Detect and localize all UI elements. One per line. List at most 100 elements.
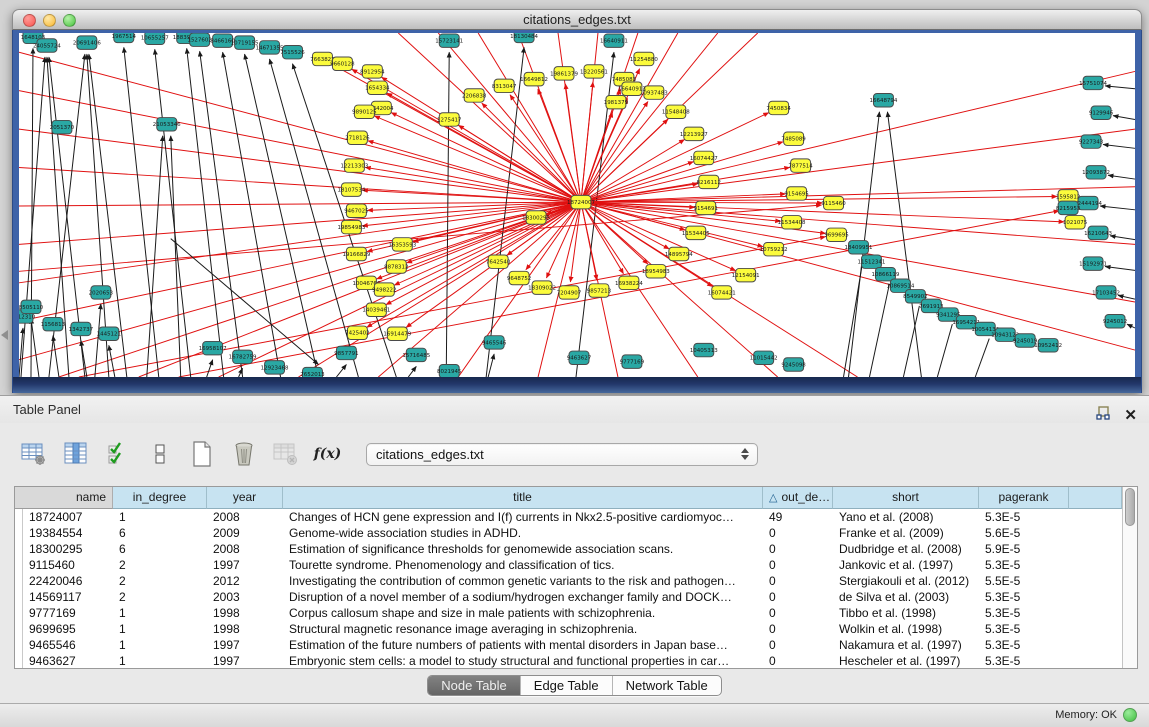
table-row[interactable]: 946362711997Embryonic stem cells: a mode… bbox=[15, 653, 1122, 668]
graph-node[interactable]: 16074421 bbox=[708, 286, 736, 299]
graph-node[interactable]: 12154091 bbox=[732, 268, 760, 281]
graph-node[interactable]: 16938224 bbox=[615, 276, 643, 289]
graph-node[interactable]: 8313047 bbox=[492, 79, 516, 92]
table-row[interactable]: 1872400712008Changes of HCN gene express… bbox=[15, 509, 1122, 525]
graph-node[interactable]: 1342737 bbox=[69, 322, 93, 335]
column-header-year[interactable]: year bbox=[207, 487, 283, 509]
graph-node[interactable]: 13220561 bbox=[580, 65, 608, 78]
graph-node[interactable]: 9154691 bbox=[694, 201, 718, 214]
float-panel-icon[interactable] bbox=[1096, 402, 1110, 429]
column-header-out_degree[interactable]: △out_de… bbox=[763, 487, 833, 509]
table-row[interactable]: 977716911998Corpus callosum shape and si… bbox=[15, 605, 1122, 621]
graph-node[interactable]: 1967514 bbox=[112, 33, 137, 43]
graph-node[interactable]: 9129946 bbox=[1089, 106, 1114, 119]
column-header-title[interactable]: title bbox=[283, 487, 763, 509]
graph-node[interactable]: 1275417 bbox=[437, 113, 461, 126]
graph-node[interactable]: 9498222 bbox=[372, 283, 396, 296]
table-row[interactable]: 911546021997Tourette syndrome. Phenomeno… bbox=[15, 557, 1122, 573]
graph-node[interactable]: 7652013 bbox=[300, 367, 324, 377]
graph-node[interactable]: 8216112 bbox=[697, 175, 721, 188]
graph-node[interactable]: 7642540 bbox=[486, 255, 511, 268]
graph-node[interactable]: 10719155 bbox=[231, 36, 259, 49]
table-vertical-scrollbar[interactable] bbox=[1122, 487, 1137, 668]
graph-node[interactable]: 15723141 bbox=[435, 34, 463, 47]
graph-node[interactable]: 12923468 bbox=[261, 361, 289, 374]
graph-node[interactable]: 7485089 bbox=[781, 132, 806, 145]
graph-node[interactable]: 7425402 bbox=[345, 326, 369, 339]
graph-node[interactable]: 2718126 bbox=[345, 131, 370, 144]
function-builder-icon[interactable]: f(x) bbox=[314, 441, 341, 468]
graph-node[interactable]: 8215953 bbox=[1056, 201, 1080, 214]
zoom-window-button[interactable] bbox=[63, 14, 76, 27]
graph-node[interactable]: 12213927 bbox=[680, 127, 708, 140]
graph-node[interactable]: 2020653 bbox=[89, 286, 113, 299]
graph-node[interactable]: 9245098 bbox=[781, 358, 806, 371]
graph-node[interactable]: 16782759 bbox=[229, 350, 257, 363]
graph-node[interactable]: 9467025 bbox=[344, 204, 368, 217]
minimize-window-button[interactable] bbox=[43, 14, 56, 27]
graph-node[interactable]: 18309022 bbox=[528, 281, 556, 294]
graph-node[interactable]: 11534405 bbox=[682, 226, 710, 239]
table-row[interactable]: 1830029562008Estimation of significance … bbox=[15, 541, 1122, 557]
graph-node[interactable]: 9154695 bbox=[784, 187, 808, 200]
graph-node[interactable]: 10655257 bbox=[141, 33, 169, 45]
graph-node[interactable]: 15192971 bbox=[1079, 257, 1107, 270]
graph-node[interactable]: 7204907 bbox=[557, 286, 581, 299]
row-height-icon[interactable] bbox=[146, 441, 173, 468]
graph-node[interactable]: 18130484 bbox=[510, 33, 538, 43]
graph-node[interactable]: 16640913 bbox=[618, 82, 646, 95]
column-header-name[interactable]: name bbox=[23, 487, 113, 509]
graph-node[interactable]: 9777169 bbox=[620, 355, 645, 368]
graph-node[interactable]: 9857791 bbox=[334, 346, 358, 359]
graph-node[interactable]: 16914479 bbox=[383, 327, 411, 340]
network-canvas[interactable]: 1872400722068381275417831304716649812198… bbox=[19, 33, 1135, 377]
graph-node[interactable]: 16210643 bbox=[1084, 226, 1112, 239]
graph-node[interactable]: 14039461 bbox=[362, 303, 390, 316]
select-columns-icon[interactable] bbox=[104, 441, 131, 468]
graph-node[interactable]: 11548408 bbox=[662, 105, 690, 118]
graph-node[interactable]: 9245012 bbox=[1103, 315, 1127, 328]
collapse-panel-arrow-icon[interactable] bbox=[1, 330, 8, 340]
graph-node[interactable]: 16074427 bbox=[690, 151, 718, 164]
graph-node[interactable]: 10952412 bbox=[1034, 339, 1062, 352]
graph-node[interactable]: 2051370 bbox=[50, 120, 75, 133]
graph-node[interactable]: 8878312 bbox=[384, 260, 408, 273]
graph-node[interactable]: 8912954 bbox=[360, 65, 385, 78]
graph-node[interactable]: 20691406 bbox=[73, 36, 101, 49]
graph-node[interactable]: 8505110 bbox=[19, 300, 44, 313]
graph-node[interactable]: 9648752 bbox=[507, 271, 531, 284]
graph-node[interactable]: 21053346 bbox=[153, 118, 181, 131]
graph-node[interactable]: 11534408 bbox=[778, 216, 806, 229]
graph-node[interactable]: 15716485 bbox=[402, 348, 430, 361]
create-column-icon[interactable] bbox=[188, 441, 215, 468]
graph-node[interactable]: 24055724 bbox=[33, 39, 61, 52]
graph-node[interactable]: 9227343 bbox=[1079, 135, 1103, 148]
graph-node[interactable]: 9890125 bbox=[352, 105, 376, 118]
graph-node[interactable]: 16648794 bbox=[870, 94, 898, 107]
graph-node[interactable]: 9115460 bbox=[821, 196, 846, 209]
graph-node[interactable]: 9699695 bbox=[824, 228, 848, 241]
graph-node[interactable]: 1156813 bbox=[41, 317, 65, 330]
graph-node[interactable]: 14895794 bbox=[665, 247, 693, 260]
graph-node[interactable]: 2206838 bbox=[462, 89, 487, 102]
table-row[interactable]: 969969511998Structural magnetic resonanc… bbox=[15, 621, 1122, 637]
graph-node[interactable]: 9660128 bbox=[330, 57, 355, 70]
table-row[interactable]: 2242004622012Investigating the contribut… bbox=[15, 573, 1122, 589]
graph-node[interactable]: 16649812 bbox=[520, 72, 548, 85]
graph-node[interactable]: 1021075 bbox=[1063, 216, 1087, 229]
graph-node[interactable]: 18409951 bbox=[845, 241, 873, 254]
scrollbar-thumb[interactable] bbox=[1125, 488, 1135, 526]
graph-node[interactable]: 17103452 bbox=[1092, 286, 1120, 299]
graph-node[interactable]: 1654334 bbox=[365, 81, 390, 94]
column-header-in_degree[interactable]: in_degree bbox=[113, 487, 207, 509]
graph-node[interactable]: 9465546 bbox=[482, 336, 507, 349]
table-selector-dropdown[interactable]: citations_edges.txt bbox=[366, 443, 758, 466]
graph-node[interactable]: 9463627 bbox=[567, 351, 591, 364]
column-header-pagerank[interactable]: pagerank bbox=[979, 487, 1069, 509]
graph-node[interactable]: 7877514 bbox=[788, 159, 813, 172]
graph-node[interactable]: 19861379 bbox=[550, 67, 578, 80]
window-titlebar[interactable]: citations_edges.txt bbox=[12, 9, 1142, 30]
graph-node[interactable]: 11512341 bbox=[858, 255, 886, 268]
graph-node[interactable]: 11254880 bbox=[630, 52, 658, 65]
delete-columns-icon[interactable] bbox=[230, 441, 257, 468]
